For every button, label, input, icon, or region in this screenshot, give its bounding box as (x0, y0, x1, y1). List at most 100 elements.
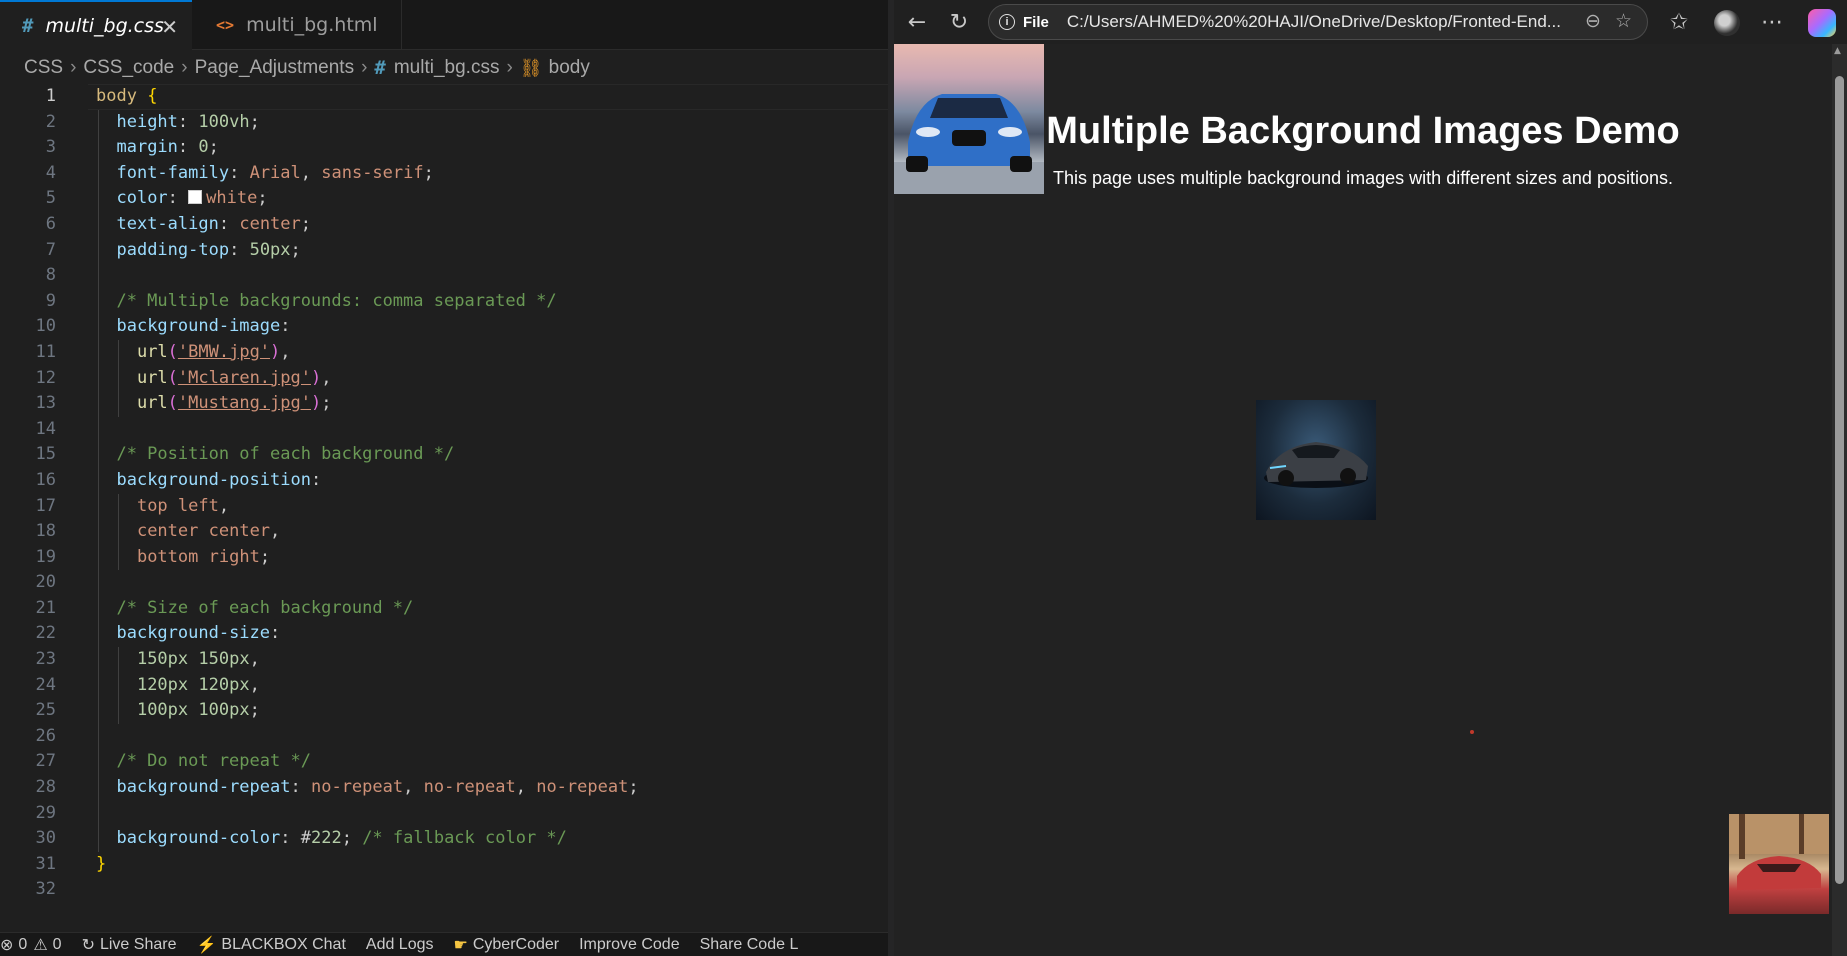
code-line[interactable]: 12 url('Mclaren.jpg'), (0, 365, 888, 392)
more-options-icon[interactable]: ⋯ (1757, 7, 1787, 37)
tab-label: multi_bg.css (45, 15, 164, 37)
share-code-button[interactable]: Share Code L (700, 936, 799, 954)
code-line[interactable]: 26 (0, 723, 888, 750)
code-text: top left, (136, 495, 230, 516)
code-line[interactable]: 28 background-repeat: no-repeat, no-repe… (0, 775, 888, 801)
line-number: 6 (45, 213, 56, 234)
code-line[interactable]: 13 url('Mustang.jpg'); (0, 391, 888, 417)
code-text: url('Mclaren.jpg'), (136, 367, 332, 388)
breadcrumb-item[interactable]: CSS_code (83, 57, 174, 79)
code-line[interactable]: 4 font-family: Arial, sans-serif; (0, 160, 888, 187)
improve-code-button[interactable]: Improve Code (579, 936, 680, 954)
code-line[interactable]: 18 center center, (0, 519, 888, 545)
copilot-icon[interactable] (1808, 9, 1836, 37)
code-line[interactable]: 8 (0, 263, 888, 289)
code-line[interactable]: 30 background-color: #222; /* fallback c… (0, 826, 888, 852)
code-line[interactable]: 5 color: white; (0, 186, 888, 212)
avatar[interactable] (1714, 10, 1740, 36)
indent-guide (98, 723, 99, 750)
code-text: center center, (136, 521, 281, 542)
zoom-icon[interactable]: ⊖ (1585, 10, 1601, 33)
code-line[interactable]: 17 top left, (0, 493, 888, 520)
line-number: 3 (45, 137, 56, 158)
breadcrumb-item[interactable]: CSS (24, 57, 63, 79)
status-item-label: Improve Code (579, 935, 680, 953)
code-line[interactable]: 1 body { (0, 84, 888, 110)
breadcrumb-item[interactable]: body (549, 57, 590, 79)
page-viewport[interactable]: Multiple Background Images Demo This pag… (894, 44, 1832, 956)
code-line[interactable]: 27 /* Do not repeat */ (0, 749, 888, 776)
address-bar[interactable]: i File C:/Users/AHMED%20%20HAJI/OneDrive… (988, 4, 1648, 40)
code-line[interactable]: 11 url('BMW.jpg'), (0, 339, 888, 366)
cybercoder-button[interactable]: ☛ CyberCoder (454, 935, 560, 955)
code-text: /* Do not repeat */ (96, 751, 311, 772)
code-line[interactable]: 7 padding-top: 50px; (0, 237, 888, 264)
code-line[interactable]: 16 background-position: (0, 467, 888, 494)
code-line[interactable]: 9 /* Multiple backgrounds: comma separat… (0, 288, 888, 315)
info-icon[interactable]: i (999, 14, 1015, 30)
mouse-cursor-dot (1470, 730, 1474, 734)
code-area[interactable]: 1 body {2 height: 100vh; 3 margin: 0; 4 fon… (0, 84, 888, 903)
code-text: background-size: (116, 623, 281, 644)
code-editor[interactable]: # multi_bg.css ✕ <> multi_bg.html CSS › … (0, 0, 888, 956)
code-line[interactable]: 10 background-image: (0, 314, 888, 340)
code-line[interactable]: 14 (0, 416, 888, 443)
mclaren-background-image (1256, 400, 1376, 520)
chevron-right-icon: › (181, 57, 188, 78)
code-line[interactable]: 21 /* Size of each background */ (0, 595, 888, 622)
code-line[interactable]: 32 (0, 877, 888, 903)
code-line[interactable]: 3 margin: 0; (0, 135, 888, 161)
back-arrow-icon[interactable]: ← (902, 7, 932, 37)
code-line[interactable]: 2 height: 100vh; (0, 109, 888, 136)
code-line[interactable]: 20 (0, 570, 888, 596)
indent-guide (98, 570, 99, 596)
line-number: 8 (45, 265, 56, 286)
status-item-label: CyberCoder (472, 935, 560, 953)
code-line[interactable]: 19 bottom right; (0, 544, 888, 571)
favorite-star-icon[interactable]: ☆ (1615, 10, 1632, 33)
editor-tab-bar: # multi_bg.css ✕ <> multi_bg.html (0, 0, 888, 50)
line-number: 28 (35, 777, 56, 798)
code-line[interactable]: 29 (0, 800, 888, 827)
scrollbar-thumb[interactable] (1835, 76, 1844, 884)
code-line[interactable]: 31} (0, 852, 888, 878)
code-text: background-color: #222; /* fallback colo… (116, 828, 567, 849)
line-number: 32 (35, 879, 56, 900)
code-line[interactable]: 23 150px 150px, (0, 647, 888, 673)
chevron-right-icon: › (361, 57, 368, 78)
add-logs-button[interactable]: Add Logs (366, 936, 434, 954)
indent-guide (98, 416, 99, 443)
status-item-label: Live Share (99, 935, 177, 953)
pointing-hand-icon: ☛ (453, 936, 468, 954)
breadcrumb-item[interactable]: Page_Adjustments (195, 57, 355, 79)
scroll-up-icon[interactable]: ▲ (1834, 46, 1841, 56)
code-line[interactable]: 25 100px 100px; (0, 698, 888, 724)
line-number: 11 (35, 341, 56, 362)
problems-indicator[interactable]: ⊗ 0 ⚠ 0 (0, 935, 62, 955)
blackbox-chat-button[interactable]: ⚡ BLACKBOX Chat (196, 935, 345, 955)
code-line[interactable]: 6 text-align: center; (0, 211, 888, 238)
refresh-icon[interactable]: ↻ (944, 7, 974, 37)
code-text: 120px 120px, (136, 674, 260, 695)
live-share-button[interactable]: ↻ Live Share (82, 935, 177, 955)
line-number: 12 (35, 367, 56, 388)
page-scrollbar[interactable]: ▲ (1832, 44, 1847, 956)
file-chip[interactable]: File (1023, 14, 1049, 31)
code-line[interactable]: 22 background-size: (0, 621, 888, 648)
close-tab-icon[interactable]: ✕ (161, 15, 178, 39)
breadcrumb: CSS › CSS_code › Page_Adjustments › # mu… (0, 50, 888, 86)
html-file-icon: <> (216, 16, 235, 34)
code-line[interactable]: 15 /* Position of each background */ (0, 442, 888, 468)
lightning-icon: ⚡ (196, 936, 217, 954)
tab-multi-bg-css[interactable]: # multi_bg.css ✕ (0, 0, 192, 50)
line-number: 23 (35, 649, 56, 670)
code-line[interactable]: 24 120px 120px, (0, 672, 888, 699)
breadcrumb-item[interactable]: multi_bg.css (394, 57, 500, 79)
live-share-icon: ↻ (81, 936, 95, 954)
css-file-icon: # (22, 15, 34, 37)
favorites-icon[interactable]: ✩ (1664, 7, 1694, 37)
status-item-label: BLACKBOX Chat (221, 935, 346, 953)
tab-multi-bg-html[interactable]: <> multi_bg.html (194, 0, 402, 50)
url-text[interactable]: C:/Users/AHMED%20%20HAJI/OneDrive/Deskto… (1067, 12, 1567, 32)
current-line-highlight (88, 84, 888, 110)
